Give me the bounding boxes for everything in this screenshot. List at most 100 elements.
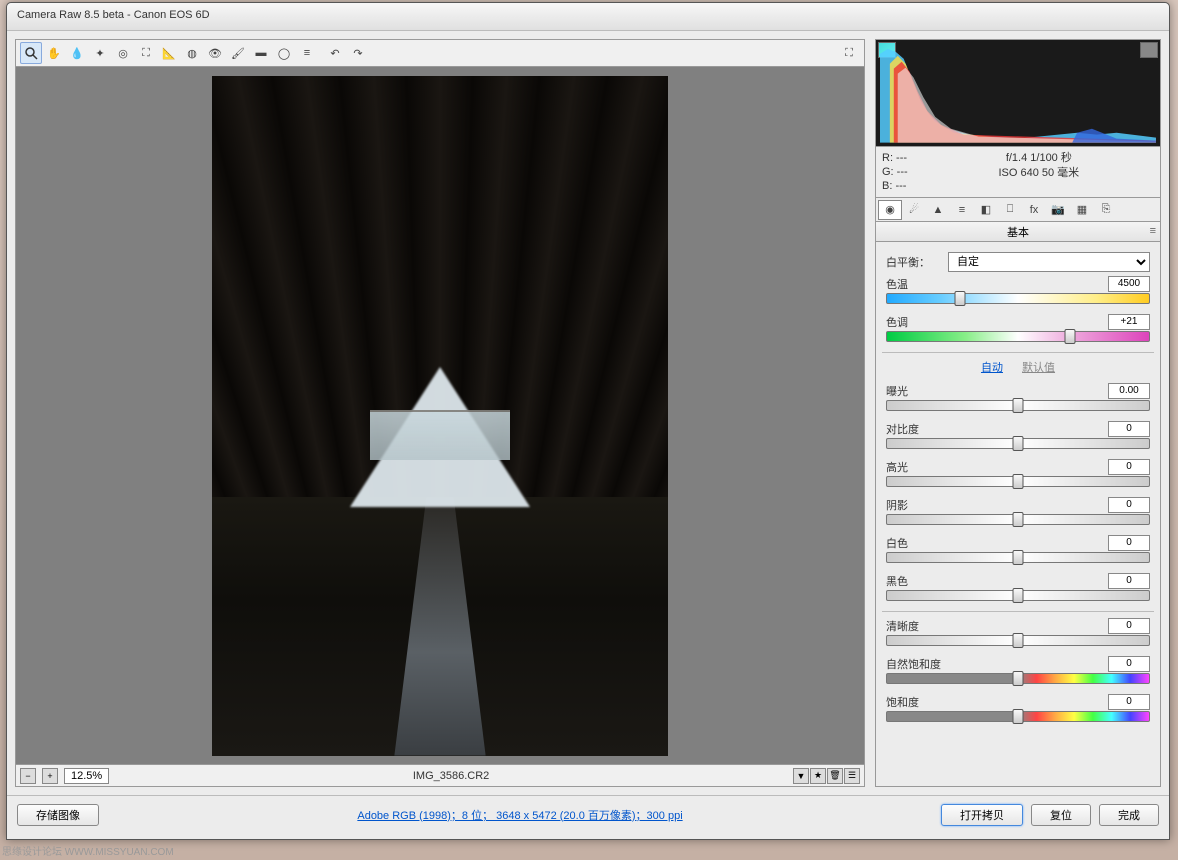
vibrance-label: 自然饱和度 — [886, 656, 941, 672]
tab-detail[interactable]: ▲ — [926, 200, 950, 220]
blacks-value[interactable]: 0 — [1108, 573, 1150, 589]
clarity-value[interactable]: 0 — [1108, 618, 1150, 634]
preview-statusbar: − + 12.5% IMG_3586.CR2 ▼ ★ 🗑 ☰ — [15, 765, 865, 787]
zoom-tool[interactable] — [20, 42, 42, 64]
left-pane: ✋ 💧 ✦ ◎ ⛶ 📐 ◍ 👁 🖌 ▬ ◯ ≡ ↶ ↷ ⛶ — [7, 31, 873, 795]
bottom-bar: 存储图像 Adobe RGB (1998)；8 位； 3648 x 5472 (… — [7, 795, 1169, 833]
title-text: Camera Raw 8.5 beta - Canon EOS 6D — [17, 9, 210, 21]
color-sampler-tool[interactable]: ✦ — [89, 42, 111, 64]
tab-lens[interactable]: ⎕ — [998, 200, 1022, 220]
wb-select[interactable]: 自定 — [948, 252, 1150, 272]
whites-value[interactable]: 0 — [1108, 535, 1150, 551]
shadows-slider[interactable] — [886, 514, 1150, 525]
wb-label: 白平衡： — [886, 254, 942, 270]
exif-line1: f/1.4 1/100 秒 — [924, 151, 1154, 166]
basic-panel: 白平衡： 自定 色温4500 色调+21 自动 默认值 曝光0.00 对比 — [875, 242, 1161, 787]
g-value: G: --- — [882, 165, 908, 179]
panel-menu-icon[interactable]: ≡ — [1150, 225, 1156, 237]
tab-presets[interactable]: ▦ — [1070, 200, 1094, 220]
photo-canvas — [212, 76, 668, 756]
targeted-adjust-tool[interactable]: ◎ — [112, 42, 134, 64]
toolbar: ✋ 💧 ✦ ◎ ⛶ 📐 ◍ 👁 🖌 ▬ ◯ ≡ ↶ ↷ ⛶ — [15, 39, 865, 67]
workflow-link[interactable]: Adobe RGB (1998)；8 位； 3648 x 5472 (20.0 … — [107, 807, 933, 823]
zoom-in-button[interactable]: + — [42, 768, 58, 784]
radial-filter-tool[interactable]: ◯ — [273, 42, 295, 64]
eyedropper-tool[interactable]: 💧 — [66, 42, 88, 64]
tab-curve[interactable]: ☄ — [902, 200, 926, 220]
shadows-value[interactable]: 0 — [1108, 497, 1150, 513]
rating-button[interactable]: ★ — [810, 768, 826, 784]
tab-basic[interactable]: ◉ — [878, 200, 902, 220]
filename-label: IMG_3586.CR2 — [115, 770, 787, 782]
shadows-label: 阴影 — [886, 497, 908, 513]
temp-value[interactable]: 4500 — [1108, 276, 1150, 292]
vibrance-slider[interactable] — [886, 673, 1150, 684]
whites-slider[interactable] — [886, 552, 1150, 563]
rotate-ccw-tool[interactable]: ↶ — [324, 42, 346, 64]
vibrance-value[interactable]: 0 — [1108, 656, 1150, 672]
saturation-value[interactable]: 0 — [1108, 694, 1150, 710]
reset-button[interactable]: 复位 — [1031, 804, 1091, 826]
filter-button[interactable]: ▼ — [793, 768, 809, 784]
crop-tool[interactable]: ⛶ — [135, 42, 157, 64]
grad-filter-tool[interactable]: ▬ — [250, 42, 272, 64]
tab-hsl[interactable]: ≡ — [950, 200, 974, 220]
tab-split[interactable]: ◧ — [974, 200, 998, 220]
straighten-tool[interactable]: 📐 — [158, 42, 180, 64]
blacks-slider[interactable] — [886, 590, 1150, 601]
contrast-slider[interactable] — [886, 438, 1150, 449]
tab-fx[interactable]: fx — [1022, 200, 1046, 220]
trash-button[interactable]: 🗑 — [827, 768, 843, 784]
panel-title-bar: 基本 ≡ — [875, 222, 1161, 242]
temp-label: 色温 — [886, 276, 908, 292]
spot-removal-tool[interactable]: ◍ — [181, 42, 203, 64]
exposure-value[interactable]: 0.00 — [1108, 383, 1150, 399]
save-image-button[interactable]: 存储图像 — [17, 804, 99, 826]
whites-label: 白色 — [886, 535, 908, 551]
panel-title-text: 基本 — [1007, 224, 1029, 240]
tab-snapshots[interactable]: ⎘ — [1094, 200, 1118, 220]
clarity-label: 清晰度 — [886, 618, 919, 634]
watermark-text: 思缘设计论坛 WWW.MISSYUAN.COM — [2, 843, 174, 858]
image-preview[interactable] — [15, 67, 865, 765]
filmstrip-button[interactable]: ☰ — [844, 768, 860, 784]
right-pane: R: --- G: --- B: --- f/1.4 1/100 秒 ISO 6… — [873, 31, 1169, 795]
auto-link[interactable]: 自动 — [981, 362, 1003, 374]
tint-value[interactable]: +21 — [1108, 314, 1150, 330]
exposure-slider[interactable] — [886, 400, 1150, 411]
contrast-value[interactable]: 0 — [1108, 421, 1150, 437]
highlights-slider[interactable] — [886, 476, 1150, 487]
clarity-slider[interactable] — [886, 635, 1150, 646]
exposure-label: 曝光 — [886, 383, 908, 399]
redeye-tool[interactable]: 👁 — [204, 42, 226, 64]
blacks-label: 黑色 — [886, 573, 908, 589]
open-copy-button[interactable]: 打开拷贝 — [941, 804, 1023, 826]
titlebar[interactable]: Camera Raw 8.5 beta - Canon EOS 6D — [7, 3, 1169, 31]
zoom-level[interactable]: 12.5% — [64, 768, 109, 784]
prefs-tool[interactable]: ≡ — [296, 42, 318, 64]
highlights-label: 高光 — [886, 459, 908, 475]
fullscreen-tool[interactable]: ⛶ — [838, 42, 860, 64]
r-value: R: --- — [882, 151, 908, 165]
rotate-cw-tool[interactable]: ↷ — [347, 42, 369, 64]
panel-tabs: ◉ ☄ ▲ ≡ ◧ ⎕ fx 📷 ▦ ⎘ — [875, 198, 1161, 222]
saturation-label: 饱和度 — [886, 694, 919, 710]
zoom-out-button[interactable]: − — [20, 768, 36, 784]
tint-slider[interactable] — [886, 331, 1150, 342]
app-window: Camera Raw 8.5 beta - Canon EOS 6D ✋ 💧 ✦… — [6, 2, 1170, 840]
highlights-value[interactable]: 0 — [1108, 459, 1150, 475]
hand-tool[interactable]: ✋ — [43, 42, 65, 64]
metadata-bar: R: --- G: --- B: --- f/1.4 1/100 秒 ISO 6… — [875, 147, 1161, 198]
saturation-slider[interactable] — [886, 711, 1150, 722]
default-link[interactable]: 默认值 — [1022, 362, 1055, 374]
tint-label: 色调 — [886, 314, 908, 330]
contrast-label: 对比度 — [886, 421, 919, 437]
done-button[interactable]: 完成 — [1099, 804, 1159, 826]
tab-camera[interactable]: 📷 — [1046, 200, 1070, 220]
temp-slider[interactable] — [886, 293, 1150, 304]
histogram[interactable] — [875, 39, 1161, 147]
adjust-brush-tool[interactable]: 🖌 — [227, 42, 249, 64]
b-value: B: --- — [882, 179, 908, 193]
exif-line2: ISO 640 50 毫米 — [924, 166, 1154, 181]
main-area: ✋ 💧 ✦ ◎ ⛶ 📐 ◍ 👁 🖌 ▬ ◯ ≡ ↶ ↷ ⛶ — [7, 31, 1169, 795]
